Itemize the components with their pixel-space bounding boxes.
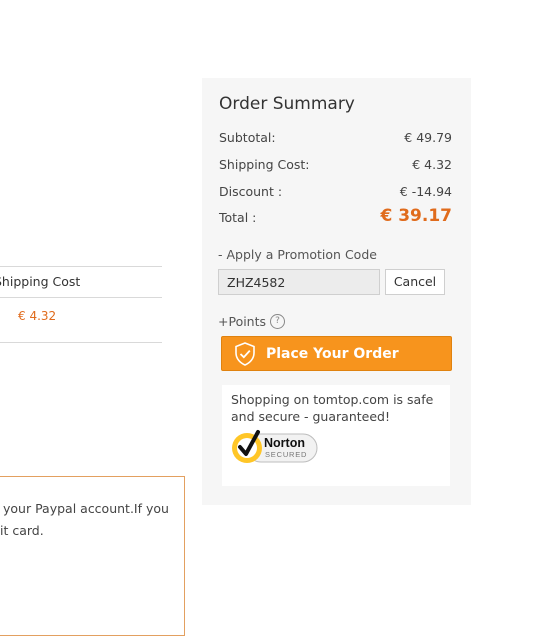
shipping-cost-value: € 4.32: [0, 298, 162, 343]
order-summary-panel: Order Summary Subtotal: € 49.79 Shipping…: [202, 78, 471, 505]
payment-note-line-2: it card.: [0, 523, 44, 538]
shipping-table: Shipping Cost € 4.32: [0, 266, 162, 343]
discount-value: € -14.94: [399, 184, 452, 199]
shipping-cost-header: Shipping Cost: [0, 266, 162, 298]
payment-note-text: your Paypal account.If you it card.: [0, 501, 180, 552]
secure-shopping-box: Shopping on tomtop.com is safe and secur…: [222, 385, 450, 486]
payment-note-line-1: your Paypal account.If you: [3, 501, 169, 516]
total-value: € 39.17: [380, 206, 452, 226]
shipping-value: € 4.32: [412, 157, 452, 172]
help-icon[interactable]: ?: [270, 314, 286, 329]
total-label: Total :: [219, 210, 257, 225]
subtotal-value: € 49.79: [404, 130, 452, 145]
promo-code-label: - Apply a Promotion Code: [218, 247, 377, 262]
norton-logo-sub: SECURED: [265, 450, 307, 459]
norton-logo-name: Norton: [264, 436, 305, 450]
order-summary-title: Order Summary: [219, 94, 355, 114]
discount-label: Discount :: [219, 184, 283, 199]
place-order-button[interactable]: Place Your Order: [221, 336, 452, 371]
points-label: +Points: [218, 314, 267, 329]
norton-secured-logo: Norton SECURED: [232, 430, 318, 463]
points-row: +Points ?: [218, 314, 286, 329]
shipping-label: Shipping Cost:: [219, 157, 310, 172]
cancel-promo-button[interactable]: Cancel: [385, 269, 445, 295]
subtotal-label: Subtotal:: [219, 130, 276, 145]
place-order-label: Place Your Order: [266, 345, 399, 362]
shield-check-icon: [235, 341, 255, 366]
secure-shopping-text: Shopping on tomtop.com is safe and secur…: [231, 392, 434, 424]
promo-code-input[interactable]: [218, 269, 380, 295]
